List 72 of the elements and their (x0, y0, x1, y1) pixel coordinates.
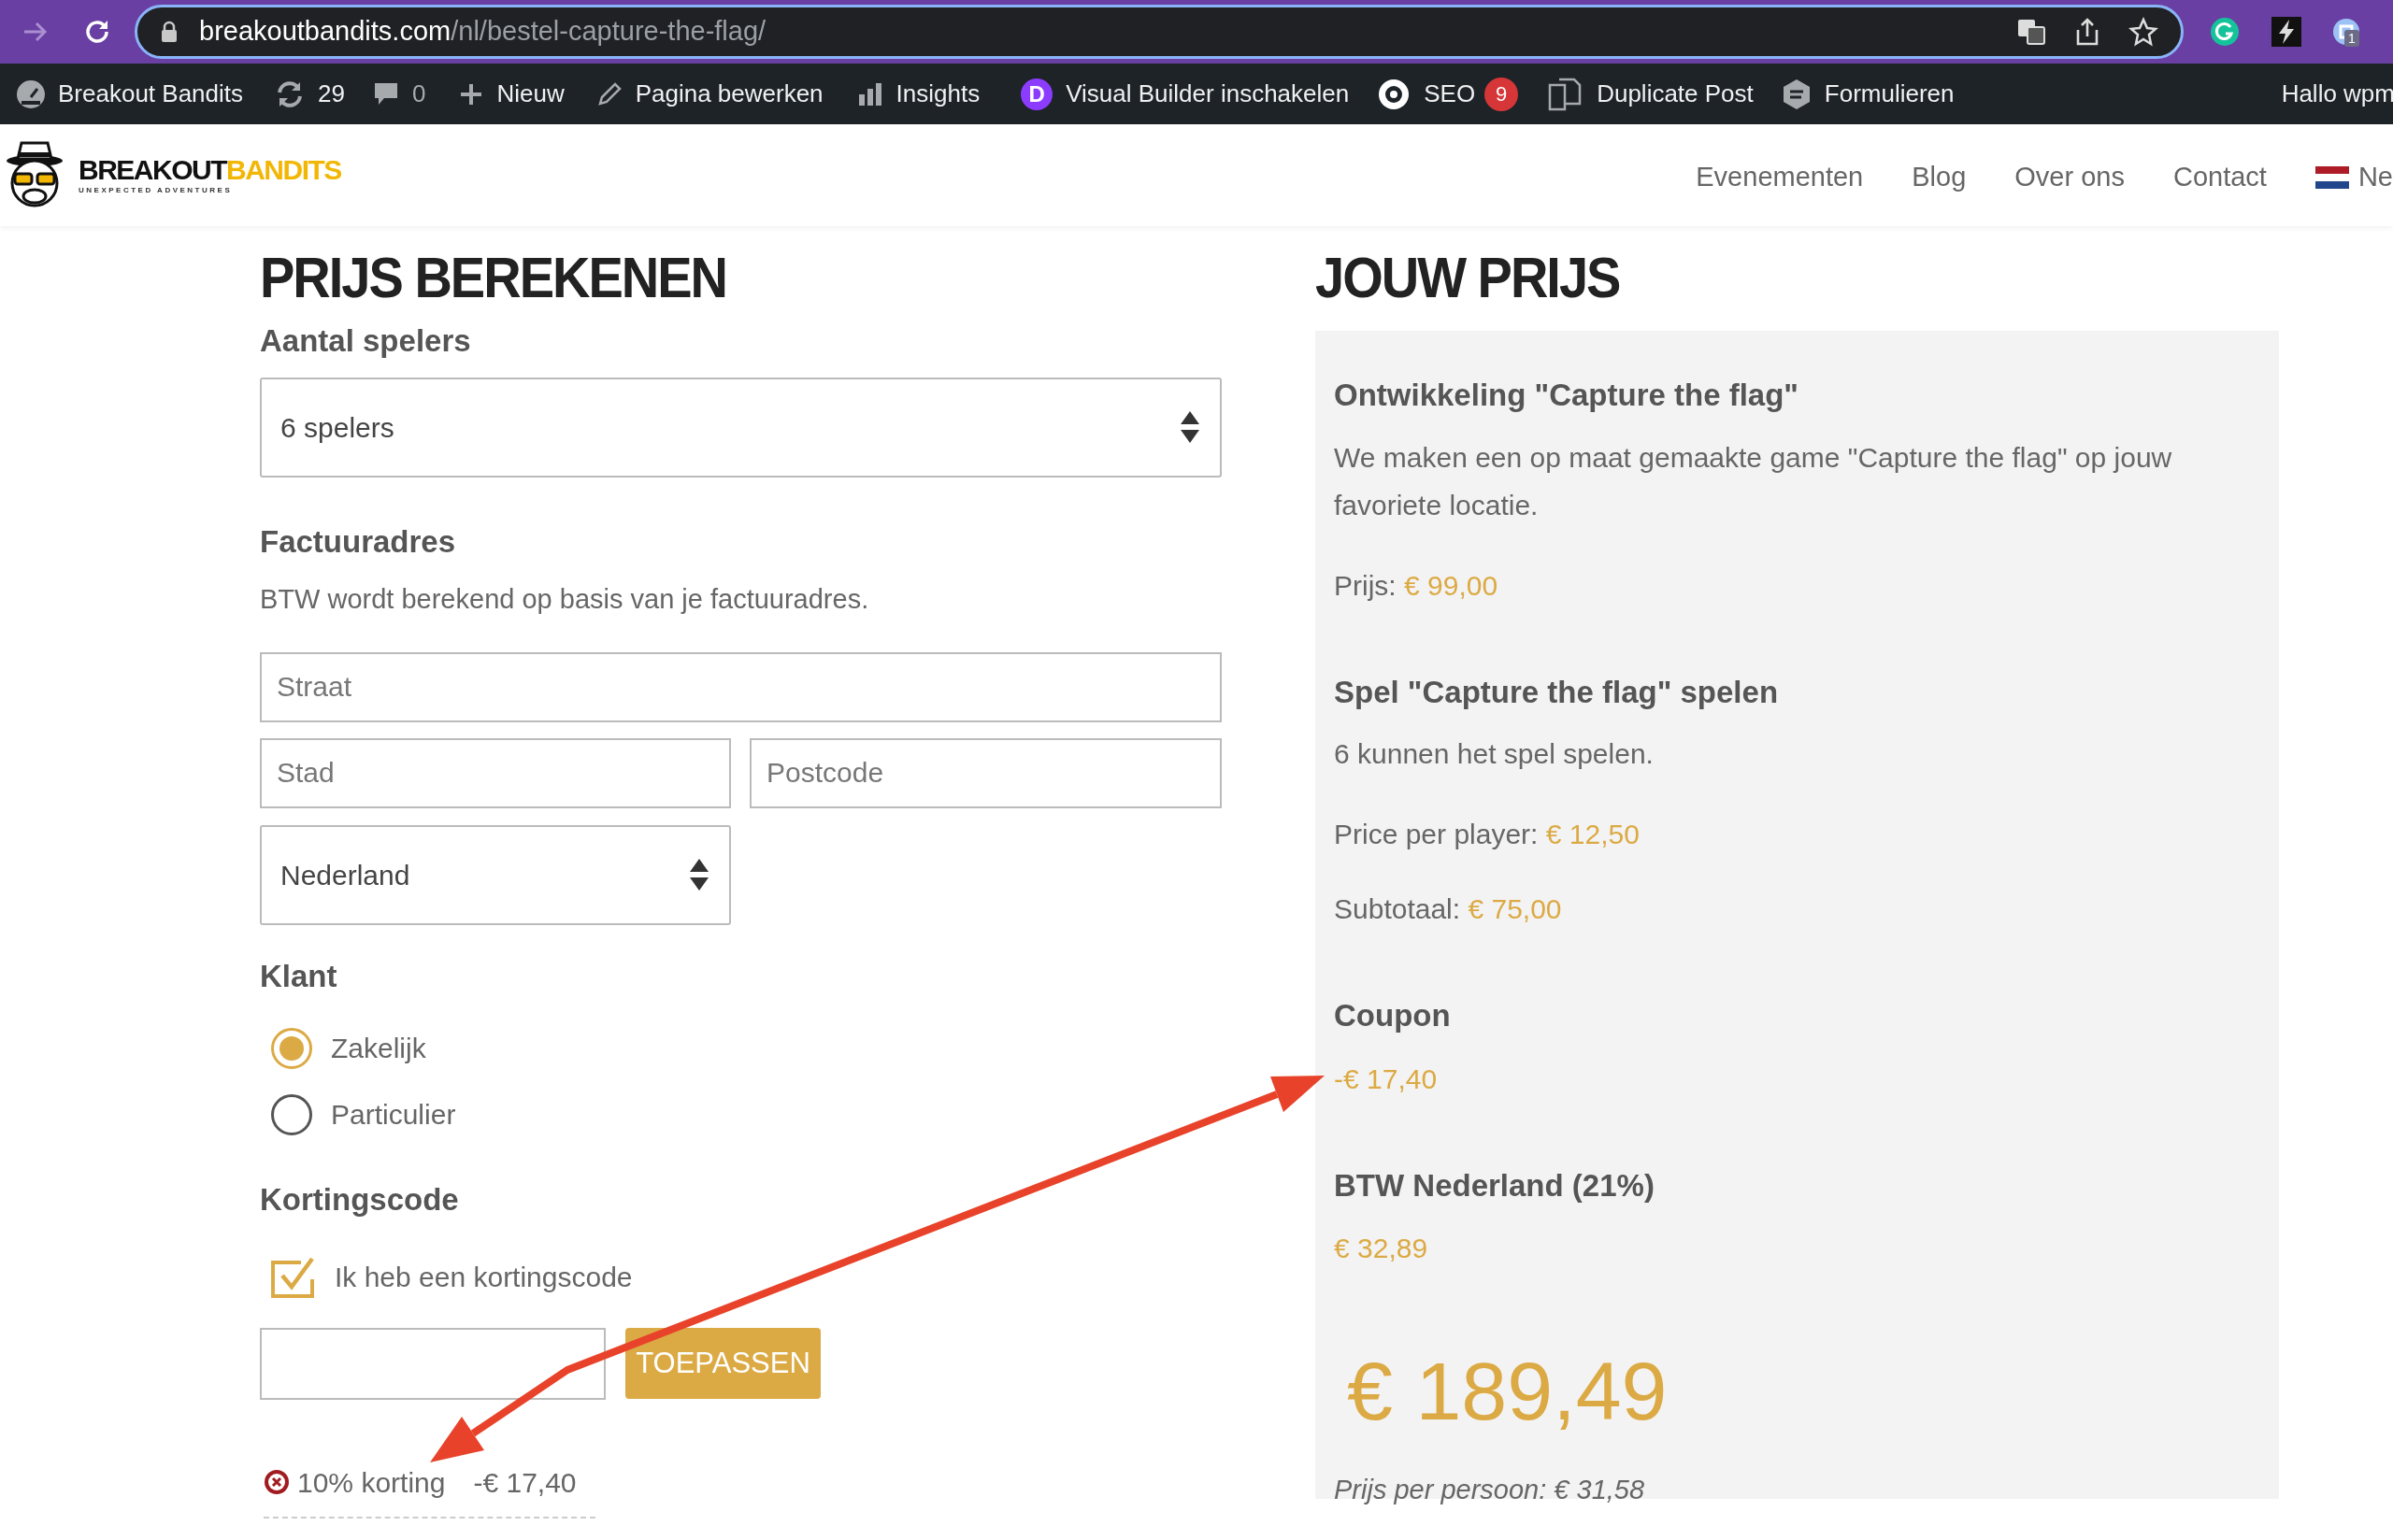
admin-bar-link[interactable]: Insights (896, 76, 981, 112)
radio-button[interactable] (271, 1027, 312, 1069)
remove-icon[interactable] (264, 1469, 290, 1495)
radio-button[interactable] (271, 1093, 312, 1135)
per-person-price: Prijs per persoon: € 31,58 (1334, 1474, 1646, 1506)
admin-bar-link[interactable]: Nieuw (496, 76, 565, 112)
lock-icon (160, 21, 179, 43)
address-bar[interactable]: breakoutbandits.com/nl/bestel-capture-the-flag/ (135, 5, 2184, 59)
flag-icon (2314, 165, 2349, 189)
summary-heading: Ontwikkeling "Capture the flag" (1334, 377, 1799, 414)
summary-heading: Coupon (1334, 997, 1452, 1034)
player-count-select[interactable]: 6 spelers (260, 377, 1222, 478)
section-title: PRIJS BEREKENEN (260, 243, 728, 312)
nav-link[interactable]: Contact (2172, 156, 2267, 198)
share-icon[interactable] (2074, 17, 2100, 47)
hexagon-form-icon (1781, 78, 1812, 110)
greeting-text[interactable]: Hallo wpm (2281, 76, 2393, 112)
price-line: Subtotaal: € 75,00 (1334, 892, 1563, 926)
price-line: Prijs: € 99,00 (1334, 568, 1499, 603)
plus-icon (459, 81, 484, 107)
price-value: € 32,89 (1334, 1232, 1429, 1265)
builder-logo-icon: D (1021, 78, 1053, 110)
language-link[interactable]: Ne (2357, 156, 2393, 198)
section-title: JOUW PRIJS (1315, 243, 1621, 312)
grammar-extension-icon[interactable] (2210, 17, 2240, 47)
bar-chart-icon (856, 80, 883, 107)
helper-text: BTW wordt berekend op basis van je factuuradres. (260, 583, 870, 616)
field-label: Factuuradres (260, 522, 457, 561)
radio-label: Particulier (331, 1098, 456, 1132)
sort-arrows-icon (1179, 409, 1201, 445)
admin-bar-link[interactable]: Breakout Bandits (58, 76, 243, 112)
admin-bar-link[interactable]: SEO (1424, 76, 1476, 112)
admin-bar-link[interactable]: 29 (318, 76, 345, 112)
admin-bar-link[interactable]: Formulieren (1824, 76, 1955, 112)
nav-link[interactable]: Over ons (2014, 156, 2125, 198)
discount-amount: -€ 17,40 (473, 1465, 577, 1500)
radio-label: Zakelijk (331, 1032, 426, 1065)
text-field[interactable]: Straat (260, 651, 1222, 722)
logo-wordmark[interactable]: BREAKOUTBANDITS (79, 154, 341, 185)
admin-bar-link[interactable]: Visual Builder inschakelen (1066, 76, 1350, 112)
logo-tagline: UNEXPECTED ADVENTURES (79, 184, 234, 196)
summary-heading: Spel "Capture the flag" spelen (1334, 673, 1780, 711)
country-select[interactable]: Nederland (260, 824, 731, 925)
dashboard-gauge-icon (17, 79, 45, 108)
admin-bar-link[interactable]: Duplicate Post (1597, 76, 1754, 112)
summary-text: We maken een op maat gemaakte game "Capture the flag" op jouw favoriete locatie. (1334, 440, 2173, 522)
notification-badge: 9 (1484, 77, 1519, 111)
coupon-code-field[interactable] (260, 1327, 606, 1400)
field-label: Aantal spelers (260, 322, 472, 360)
sort-arrows-icon (688, 857, 710, 892)
admin-bar-link[interactable]: Pagina bewerken (635, 76, 824, 112)
extension-badge: 1 (2344, 30, 2359, 47)
field-label: Klant (260, 957, 338, 995)
pencil-icon (595, 80, 623, 107)
nav-link[interactable]: Blog (1912, 156, 1967, 198)
translate-icon[interactable] (2016, 17, 2046, 47)
checkbox-label: Ik heb een kortingscode (335, 1261, 633, 1294)
text-field[interactable]: Stad (260, 737, 731, 808)
price-value: -€ 17,40 (1334, 1062, 1439, 1096)
admin-bar-link[interactable]: 0 (411, 76, 426, 112)
summary-text: 6 kunnen het spel spelen. (1334, 737, 1655, 771)
price-line: Price per player: € 12,50 (1334, 818, 1641, 851)
star-icon[interactable] (2128, 17, 2158, 47)
text-field[interactable]: Postcode (750, 737, 1222, 808)
summary-heading: BTW Nederland (21%) (1334, 1166, 1655, 1205)
total-price: € 189,49 (1347, 1345, 1669, 1438)
discount-name: 10% korting (297, 1465, 446, 1500)
url-text: breakoutbandits.com/nl/bestel-capture-the-flag/ (199, 15, 767, 49)
field-label: Kortingscode (260, 1181, 460, 1219)
refresh-icon (275, 79, 305, 108)
bolt-extension-icon[interactable] (2271, 17, 2301, 47)
nav-link[interactable]: Evenementen (1696, 156, 1864, 198)
